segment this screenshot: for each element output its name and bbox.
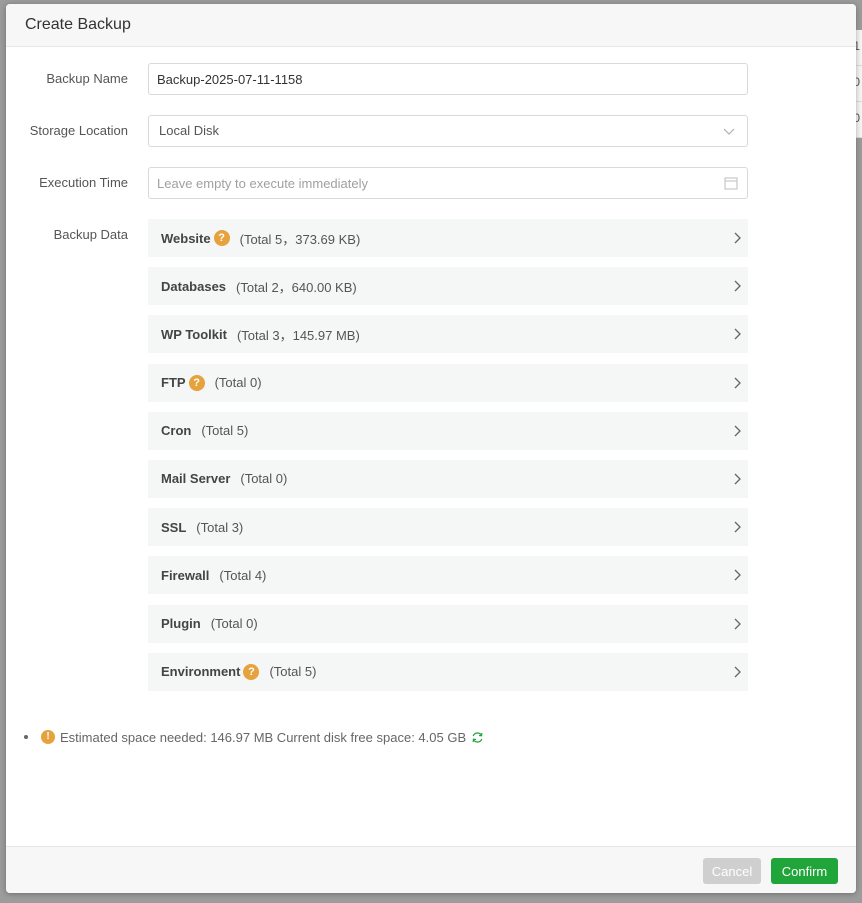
backup-item-wp-toolkit[interactable]: WP Toolkit (Total 3，145.97 MB) (148, 315, 748, 354)
chevron-down-icon (723, 128, 735, 135)
space-estimate: ! Estimated space needed: 146.97 MB Curr… (24, 727, 484, 747)
chevron-right-icon (734, 328, 741, 340)
calendar-icon[interactable] (724, 176, 738, 190)
cancel-button[interactable]: Cancel (703, 858, 761, 884)
execution-time-label: Execution Time (39, 175, 128, 190)
execution-time-input[interactable] (149, 168, 725, 198)
item-name: SSL (161, 519, 187, 535)
item-name: Cron (161, 423, 192, 439)
confirm-button[interactable]: Confirm (771, 858, 838, 884)
item-name: Databases (161, 278, 227, 294)
item-name: Firewall (161, 567, 210, 583)
backup-data-list: Website ? (Total 5，373.69 KB) Databases … (148, 219, 748, 701)
item-count: (Total 0) (240, 471, 288, 487)
item-name: Mail Server (161, 471, 231, 487)
item-name: Website (161, 230, 211, 246)
help-icon[interactable]: ? (188, 374, 205, 391)
bullet (24, 735, 28, 739)
chevron-right-icon (734, 425, 741, 437)
backup-item-firewall[interactable]: Firewall (Total 4) (148, 556, 748, 595)
item-count: (Total 3，145.97 MB) (236, 327, 360, 343)
dialog-footer: Cancel Confirm (6, 846, 856, 893)
backup-item-website[interactable]: Website ? (Total 5，373.69 KB) (148, 219, 748, 257)
help-icon[interactable]: ? (243, 663, 260, 680)
item-count: (Total 5) (269, 664, 317, 680)
help-icon[interactable]: ? (213, 230, 230, 246)
backup-item-ssl[interactable]: SSL (Total 3) (148, 508, 748, 547)
chevron-right-icon (734, 618, 741, 629)
refresh-icon[interactable] (471, 731, 484, 744)
item-count: (Total 0) (210, 616, 258, 631)
dialog-title: Create Backup (6, 4, 856, 47)
chevron-right-icon (734, 473, 741, 485)
chevron-right-icon (734, 377, 741, 389)
item-count: (Total 0) (214, 375, 262, 391)
backup-name-field (148, 63, 748, 95)
space-estimate-text: Estimated space needed: 146.97 MB Curren… (60, 729, 467, 745)
item-name: WP Toolkit (161, 326, 227, 342)
item-name: Environment (161, 664, 241, 680)
storage-location-label: Storage Location (29, 123, 128, 138)
backup-item-cron[interactable]: Cron (Total 5) (148, 411, 748, 450)
item-name: Plugin (161, 616, 201, 631)
item-count: (Total 5) (201, 423, 249, 439)
create-backup-dialog: Create Backup Backup Name Storage Locati… (6, 4, 856, 893)
execution-time-field (148, 167, 748, 199)
chevron-right-icon (734, 569, 741, 581)
warning-icon: ! (41, 730, 55, 744)
backup-item-plugin[interactable]: Plugin (Total 0) (148, 604, 748, 643)
chevron-right-icon (734, 280, 741, 292)
backup-item-environment[interactable]: Environment ? (Total 5) (148, 652, 748, 691)
item-count: (Total 5，373.69 KB) (239, 231, 361, 247)
backup-item-ftp[interactable]: FTP ? (Total 0) (148, 363, 748, 402)
backup-data-label: Backup Data (53, 227, 128, 242)
backup-item-databases[interactable]: Databases (Total 2，640.00 KB) (148, 267, 748, 306)
item-count: (Total 4) (219, 567, 267, 583)
chevron-right-icon (734, 666, 741, 678)
backup-name-label: Backup Name (46, 71, 128, 86)
item-count: (Total 2，640.00 KB) (236, 279, 357, 295)
chevron-right-icon (734, 232, 741, 244)
storage-location-value: Local Disk (159, 123, 219, 138)
backup-name-input[interactable] (149, 64, 725, 94)
item-count: (Total 3) (196, 519, 244, 535)
storage-location-select[interactable]: Local Disk (148, 115, 748, 147)
item-name: FTP (161, 375, 186, 391)
backup-item-mail-server[interactable]: Mail Server (Total 0) (148, 459, 748, 498)
chevron-right-icon (734, 521, 741, 533)
